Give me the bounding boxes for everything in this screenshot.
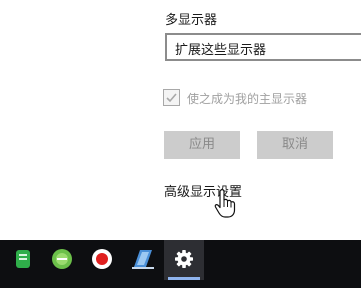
dropdown-selected-value: 扩展这些显示器 <box>175 43 267 58</box>
blue-app-icon <box>132 250 154 269</box>
green-app-icon <box>16 250 30 268</box>
active-indicator <box>168 277 200 280</box>
checkmark-icon <box>166 93 177 103</box>
taskbar-item-settings[interactable] <box>164 240 204 280</box>
main-display-checkbox-label: 使之成为我的主显示器 <box>187 92 308 106</box>
gear-icon <box>175 250 193 268</box>
record-icon <box>92 249 112 269</box>
taskbar-item-green-app[interactable] <box>2 240 42 280</box>
taskbar-item-green-circle-app[interactable] <box>42 240 82 280</box>
taskbar-item-record[interactable] <box>82 240 122 280</box>
cancel-button[interactable]: 取消 <box>257 131 333 159</box>
multi-display-dropdown[interactable]: 扩展这些显示器 <box>165 33 361 61</box>
taskbar-item-blue-app[interactable] <box>122 240 162 280</box>
hand-cursor-icon <box>214 189 236 218</box>
taskbar <box>0 240 361 288</box>
green-circle-app-icon <box>52 249 72 269</box>
apply-button[interactable]: 应用 <box>164 131 240 159</box>
main-display-checkbox-row[interactable]: 使之成为我的主显示器 <box>163 88 353 108</box>
multi-display-heading: 多显示器 <box>165 13 218 28</box>
settings-window: 多显示器 扩展这些显示器 使之成为我的主显示器 应用 取消 高级显示设置 <box>0 0 361 240</box>
main-display-checkbox[interactable] <box>163 89 180 106</box>
